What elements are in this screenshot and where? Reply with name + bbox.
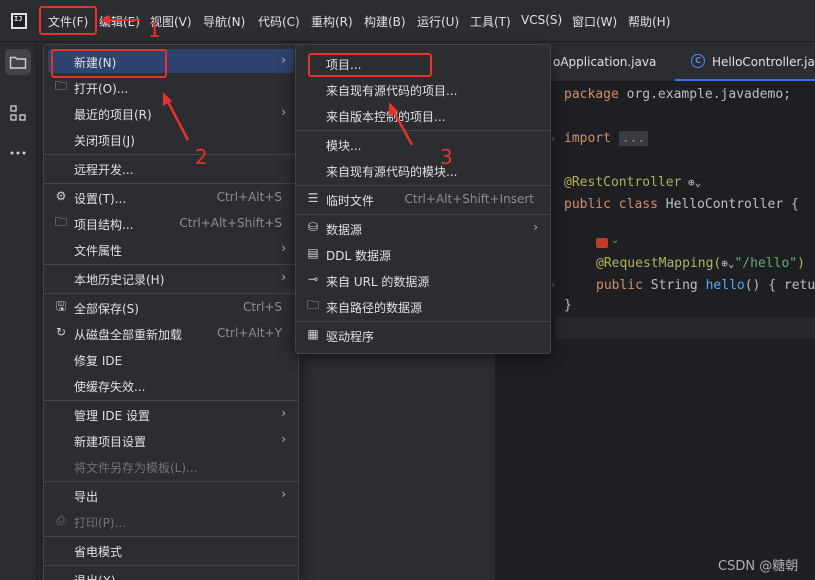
watermark: CSDN @糖朝 [718, 559, 799, 574]
annotation-step-2: 2 [195, 145, 208, 169]
annotation-step-1: 1 [148, 18, 161, 42]
annotation-step-3: 3 [440, 145, 453, 169]
annotation-arrows [100, 15, 414, 146]
